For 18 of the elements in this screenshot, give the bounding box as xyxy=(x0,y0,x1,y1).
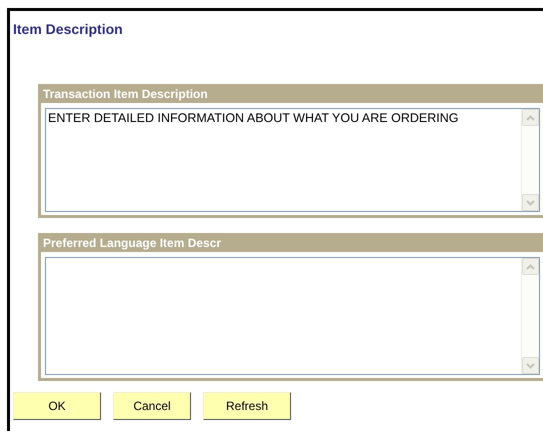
scroll-down-button[interactable] xyxy=(522,194,539,211)
scroll-up-button[interactable] xyxy=(522,109,539,126)
text-area[interactable] xyxy=(45,257,540,375)
section-header: Preferred Language Item Descr xyxy=(41,233,543,252)
cancel-button[interactable]: Cancel xyxy=(113,392,191,420)
section-header: Transaction Item Description xyxy=(41,84,543,103)
refresh-button[interactable]: Refresh xyxy=(203,392,291,420)
scrollbar[interactable] xyxy=(521,109,539,211)
caret-down-icon xyxy=(526,362,535,368)
page-title: Item Description xyxy=(12,20,124,37)
ok-button[interactable]: OK xyxy=(13,392,101,420)
scrollbar[interactable] xyxy=(521,258,539,374)
scroll-up-button[interactable] xyxy=(522,258,539,275)
text-area[interactable]: ENTER DETAILED INFORMATION ABOUT WHAT YOU ARE ORDERING xyxy=(45,108,540,212)
scroll-down-button[interactable] xyxy=(522,357,539,374)
caret-down-icon xyxy=(526,200,535,206)
caret-up-icon xyxy=(526,114,535,120)
caret-up-icon xyxy=(526,264,535,270)
